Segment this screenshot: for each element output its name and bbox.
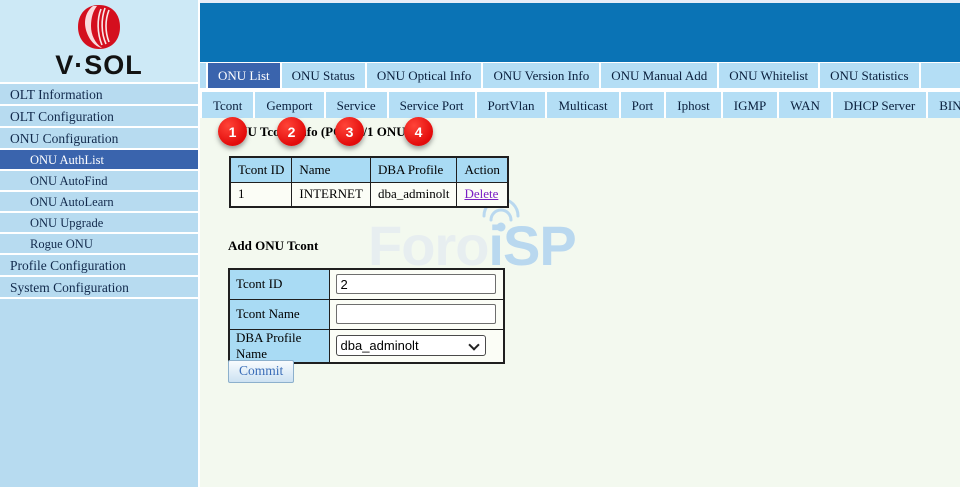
tab-port[interactable]: Port (621, 92, 665, 118)
sidebar-menu: OLT InformationOLT ConfigurationONU Conf… (0, 84, 198, 299)
header-bar (200, 3, 960, 62)
form-row-tcont-name: Tcont Name (229, 299, 504, 329)
tab-onu-version-info[interactable]: ONU Version Info (483, 63, 599, 88)
sidebar-item-rogue-onu[interactable]: Rogue ONU (0, 234, 198, 255)
callout-circle-1: 1 (218, 117, 247, 146)
callout-circle-4: 4 (404, 117, 433, 146)
table-cell: INTERNET (292, 182, 371, 207)
table-cell: 1 (230, 182, 292, 207)
tab-onu-whitelist[interactable]: ONU Whitelist (719, 63, 818, 88)
sidebar-item-onu-configuration[interactable]: ONU Configuration (0, 128, 198, 150)
tab-portvlan[interactable]: PortVlan (477, 92, 546, 118)
sidebar-item-onu-upgrade[interactable]: ONU Upgrade (0, 213, 198, 234)
tcont-table: Tcont IDNameDBA ProfileAction 1INTERNETd… (229, 156, 509, 208)
dba-profile-name-select[interactable]: dba_adminolt (336, 335, 486, 356)
logo-panel: V·SOL (0, 0, 198, 84)
action-cell: Delete (457, 182, 508, 207)
primary-tab-row: ONU ListONU StatusONU Optical InfoONU Ve… (200, 62, 960, 88)
tab-dhcp-server[interactable]: DHCP Server (833, 92, 926, 118)
sidebar-item-onu-autolearn[interactable]: ONU AutoLearn (0, 192, 198, 213)
form-value-cell: dba_adminolt (329, 329, 504, 363)
watermark-text-strong: iSP (488, 218, 575, 274)
primary-trailing-filler (921, 63, 960, 88)
tcont-name-input[interactable] (336, 304, 496, 324)
sidebar: V·SOL OLT InformationOLT ConfigurationON… (0, 0, 200, 487)
sidebar-item-onu-authlist[interactable]: ONU AuthList (0, 150, 198, 171)
tab-onu-manual-add[interactable]: ONU Manual Add (601, 63, 717, 88)
tab-multicast[interactable]: Multicast (547, 92, 618, 118)
page-title: ONU Tcont Info (PON:0/1 ONU:1) (228, 124, 421, 140)
tab-service-port[interactable]: Service Port (389, 92, 475, 118)
sidebar-item-onu-autofind[interactable]: ONU AutoFind (0, 171, 198, 192)
tcont-col-dba-profile: DBA Profile (370, 157, 457, 182)
form-row-tcont-id: Tcont ID (229, 269, 504, 299)
secondary-tab-row: TcontGemportServiceService PortPortVlanM… (200, 91, 960, 118)
tab-onu-optical-info[interactable]: ONU Optical Info (367, 63, 482, 88)
add-onu-tcont-heading: Add ONU Tcont (228, 238, 318, 254)
tcont-col-name: Name (292, 157, 371, 182)
commit-button[interactable]: Commit (228, 360, 294, 383)
table-row: 1INTERNETdba_adminolt Delete (230, 182, 508, 207)
tcont-table-head: Tcont IDNameDBA ProfileAction (230, 157, 508, 182)
sidebar-item-olt-configuration[interactable]: OLT Configuration (0, 106, 198, 128)
watermark: ForoiSP (368, 218, 576, 274)
content-area: ForoiSP ONU Tcont Info (PON:0/1 ONU:1) T… (200, 118, 960, 486)
sidebar-item-profile-configuration[interactable]: Profile Configuration (0, 255, 198, 277)
tab-bind-mode[interactable]: BIND Mode (928, 92, 960, 118)
tcont-col-action: Action (457, 157, 508, 182)
delete-link[interactable]: Delete (464, 186, 498, 201)
sidebar-item-olt-information[interactable]: OLT Information (0, 84, 198, 106)
tab-gemport[interactable]: Gemport (255, 92, 323, 118)
tab-tcont[interactable]: Tcont (202, 92, 253, 118)
form-value-cell (329, 269, 504, 299)
tab-service[interactable]: Service (326, 92, 387, 118)
table-cell: dba_adminolt (370, 182, 457, 207)
watermark-text-faint: Foro (368, 218, 488, 274)
form-value-cell (329, 299, 504, 329)
tab-onu-status[interactable]: ONU Status (282, 63, 365, 88)
select-wrap: dba_adminolt (336, 335, 486, 356)
sidebar-item-system-configuration[interactable]: System Configuration (0, 277, 198, 299)
add-tcont-form: Tcont IDTcont NameDBA Profile Name dba_ad… (228, 268, 505, 364)
callout-circle-3: 3 (335, 117, 364, 146)
tab-igmp[interactable]: IGMP (723, 92, 778, 118)
main-area: ONU ListONU StatusONU Optical InfoONU Ve… (200, 0, 960, 487)
tab-onu-statistics[interactable]: ONU Statistics (820, 63, 918, 88)
primary-leading-spacer (200, 63, 206, 88)
tcont-col-tcont-id: Tcont ID (230, 157, 292, 182)
form-row-dba-profile-name: DBA Profile Name dba_adminolt (229, 329, 504, 363)
tcont-id-input[interactable] (336, 274, 496, 294)
form-label-tcont-id: Tcont ID (229, 269, 329, 299)
callout-circle-2: 2 (277, 117, 306, 146)
tab-wan[interactable]: WAN (779, 92, 831, 118)
tab-onu-list[interactable]: ONU List (208, 63, 280, 88)
tab-iphost[interactable]: Iphost (666, 92, 721, 118)
form-label-tcont-name: Tcont Name (229, 299, 329, 329)
brand-logo-text: V·SOL (55, 52, 143, 79)
vsol-logo-icon (75, 3, 123, 51)
form-label-dba-profile-name: DBA Profile Name (229, 329, 329, 363)
